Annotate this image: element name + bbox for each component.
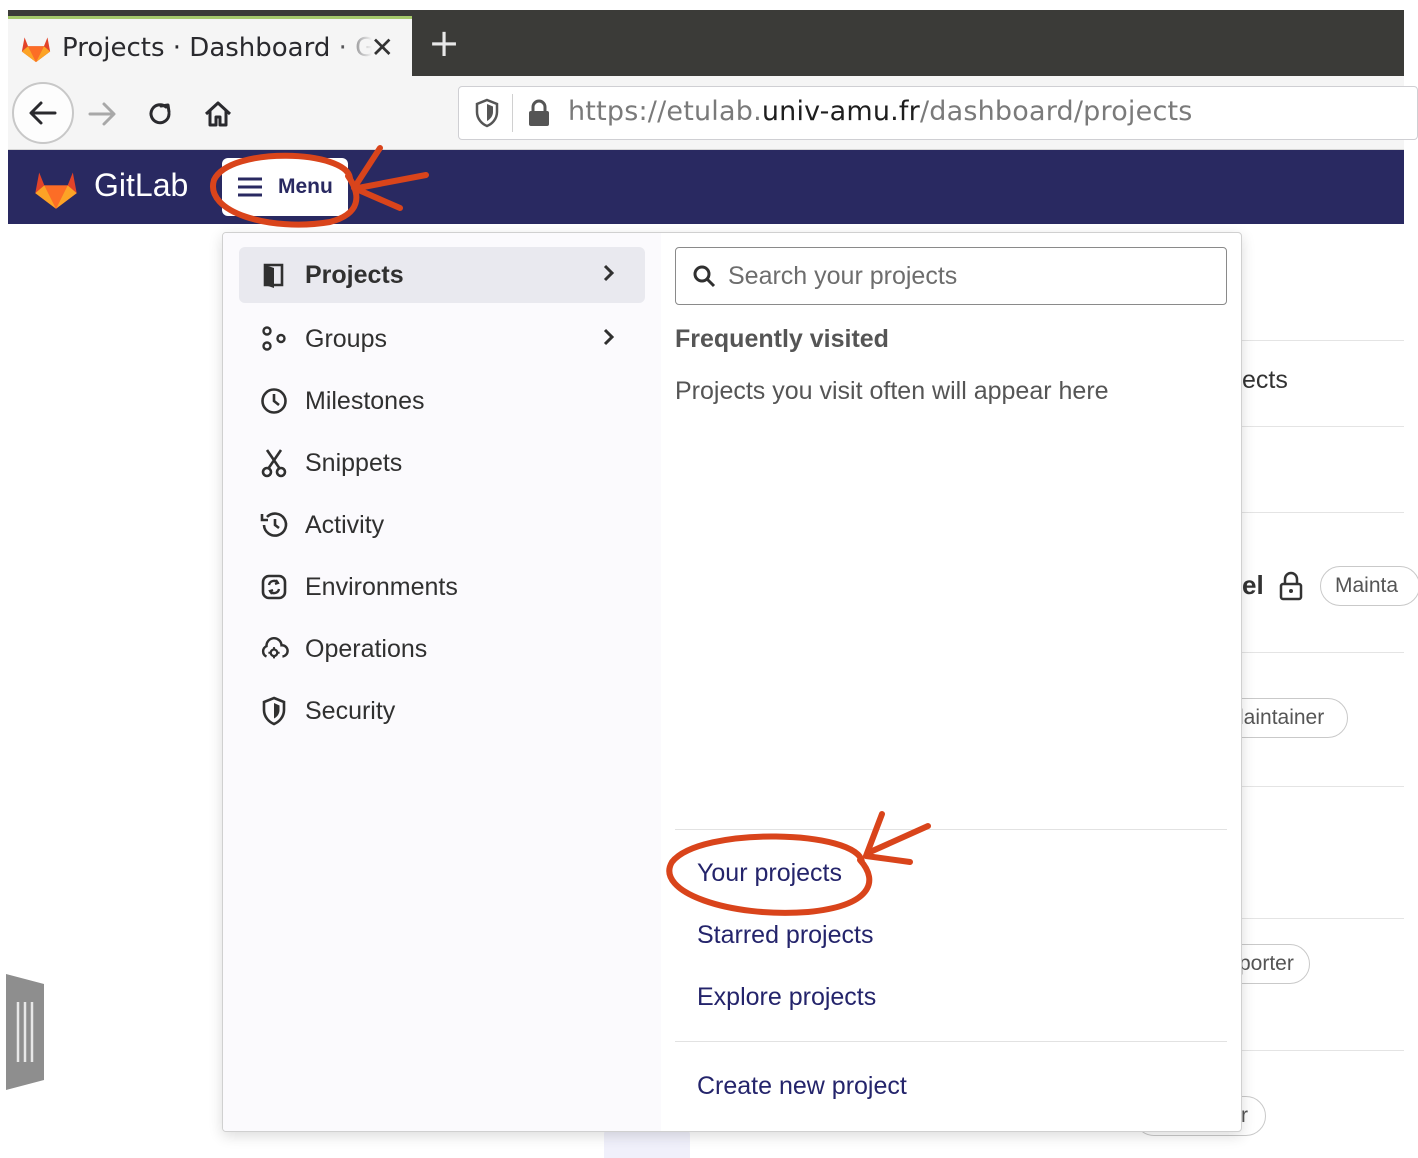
- starred-projects-link[interactable]: Starred projects: [697, 921, 873, 950]
- cloud-gear-icon: [259, 634, 289, 664]
- home-button[interactable]: [198, 94, 238, 134]
- menu-label: Menu: [278, 175, 333, 198]
- gitlab-brand[interactable]: GitLab: [94, 167, 188, 204]
- frequently-visited-empty-text: Projects you visit often will appear her…: [675, 377, 1109, 405]
- address-bar-separator: [512, 94, 513, 132]
- side-panel-handle-icon[interactable]: [6, 974, 44, 1090]
- search-projects-field[interactable]: [675, 247, 1227, 305]
- history-icon: [259, 510, 289, 540]
- private-lock-icon: [1279, 571, 1303, 601]
- lock-icon[interactable]: [526, 98, 552, 128]
- frequently-visited-heading: Frequently visited: [675, 325, 889, 353]
- home-icon: [204, 101, 232, 127]
- chevron-right-icon: [603, 264, 615, 282]
- url-path: /dashboard/projects: [919, 96, 1193, 127]
- url-text[interactable]: https://etulab.univ-amu.fr/dashboard/pro…: [568, 96, 1193, 127]
- menu-divider: [675, 1041, 1227, 1042]
- group-icon: [259, 324, 289, 354]
- back-button[interactable]: [12, 82, 74, 144]
- shield-icon: [259, 696, 289, 726]
- gitlab-favicon-icon: [21, 36, 51, 62]
- gitlab-logo-icon[interactable]: [32, 166, 80, 210]
- search-icon: [693, 265, 716, 288]
- reload-button[interactable]: [140, 94, 180, 134]
- menu-sidebar: Projects Groups Milestones Snippets Acti…: [223, 233, 661, 1131]
- window-top-edge: [0, 0, 1418, 10]
- menu-item-label: Snippets: [305, 448, 403, 477]
- menu-item-label: Projects: [305, 260, 404, 289]
- background-divider: [1240, 426, 1404, 427]
- url-host: univ-amu.fr: [761, 96, 920, 127]
- menu-item-operations[interactable]: Operations: [239, 621, 645, 677]
- new-tab-icon[interactable]: +: [424, 24, 464, 64]
- project-icon: [259, 260, 289, 290]
- clock-icon: [259, 386, 289, 416]
- menu-item-label: Operations: [305, 634, 428, 663]
- background-divider: [1240, 786, 1404, 787]
- arrow-right-icon: [88, 102, 116, 126]
- background-heading-fragment: ects: [1242, 366, 1288, 394]
- menu-divider: [675, 829, 1227, 830]
- menu-item-snippets[interactable]: Snippets: [239, 435, 645, 491]
- menu-item-groups[interactable]: Groups: [239, 311, 645, 367]
- menu-item-label: Activity: [305, 510, 385, 539]
- create-new-project-link[interactable]: Create new project: [697, 1072, 907, 1101]
- menu-button[interactable]: Menu: [222, 158, 348, 216]
- browser-tab[interactable]: Projects · Dashboard · GitLab ✕: [8, 16, 412, 76]
- tracking-shield-icon[interactable]: [474, 98, 500, 128]
- url-prefix: https://etulab.: [568, 96, 762, 127]
- menu-item-environments[interactable]: Environments: [239, 559, 645, 615]
- close-tab-icon[interactable]: ✕: [371, 31, 394, 64]
- tab-title: Projects · Dashboard · GitLab: [62, 32, 372, 63]
- gitlab-top-bar: [8, 150, 1404, 224]
- environment-icon: [259, 572, 289, 602]
- chevron-right-icon: [603, 328, 615, 346]
- forward-button[interactable]: [82, 94, 122, 134]
- menu-item-label: Security: [305, 696, 396, 725]
- menu-item-milestones[interactable]: Milestones: [239, 373, 645, 429]
- menu-item-projects[interactable]: Projects: [239, 247, 645, 303]
- menu-item-label: Environments: [305, 572, 458, 601]
- background-button: [604, 1130, 690, 1158]
- menu-item-label: Milestones: [305, 386, 425, 415]
- background-divider: [1240, 1050, 1404, 1051]
- menu-item-security[interactable]: Security: [239, 683, 645, 739]
- snippet-icon: [259, 448, 289, 478]
- explore-projects-link[interactable]: Explore projects: [697, 983, 876, 1012]
- main-menu-dropdown: Projects Groups Milestones Snippets Acti…: [222, 232, 1242, 1132]
- background-divider: [1240, 652, 1404, 653]
- background-divider: [1240, 512, 1404, 513]
- search-projects-input[interactable]: [728, 261, 1208, 291]
- role-badge: Mainta: [1320, 566, 1418, 606]
- menu-item-label: Groups: [305, 324, 387, 353]
- your-projects-link[interactable]: Your projects: [697, 859, 842, 888]
- background-divider: [1240, 918, 1404, 919]
- reload-icon: [149, 103, 171, 125]
- background-divider: [1240, 340, 1404, 341]
- menu-item-activity[interactable]: Activity: [239, 497, 645, 553]
- hamburger-icon: [238, 177, 262, 197]
- arrow-left-icon: [29, 101, 57, 125]
- background-project-fragment: el: [1242, 570, 1264, 600]
